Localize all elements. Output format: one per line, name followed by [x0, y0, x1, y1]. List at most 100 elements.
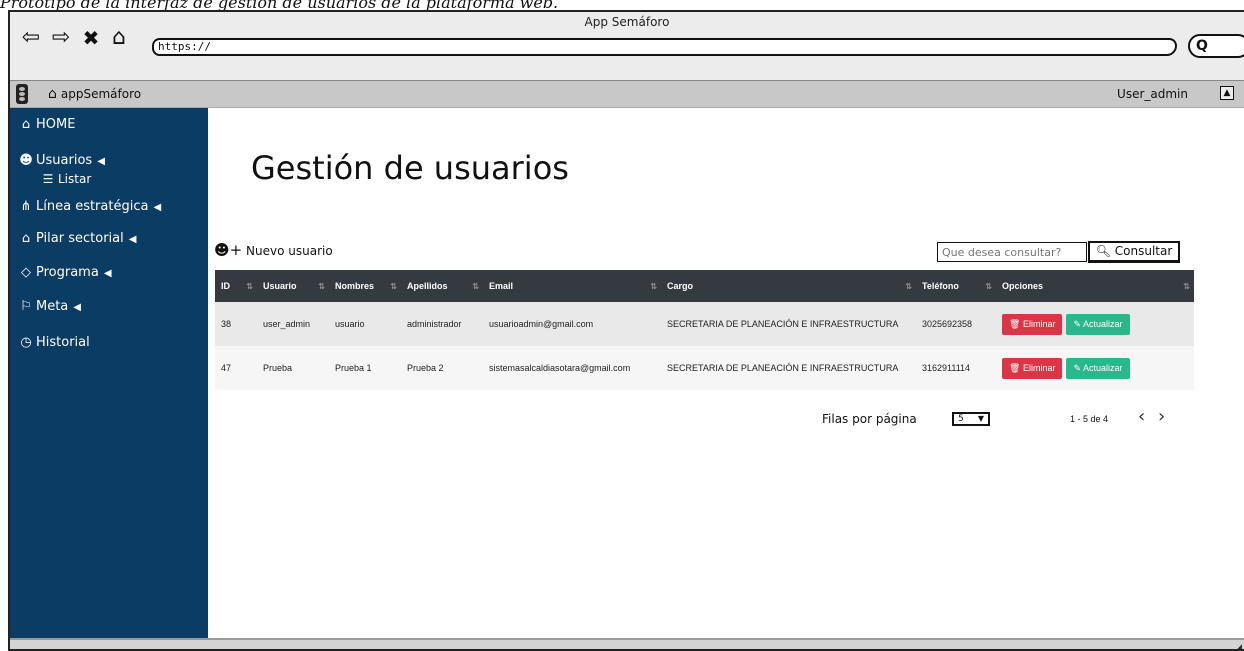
sort-icon: ⇅	[318, 282, 325, 291]
clock-icon: ◷	[20, 335, 32, 350]
sidebar-item-linea-estrategica[interactable]: ⋔ Línea estratégica ◀	[18, 198, 162, 217]
cell-telefono: 3025692358	[916, 302, 996, 346]
cell-apellidos: administrador	[401, 302, 483, 346]
caret-left-icon: ◀	[153, 202, 162, 213]
table-row: 47 Prueba Prueba 1 Prueba 2 sistemasalca…	[215, 346, 1194, 390]
rows-per-page-select[interactable]: 5 ▼	[952, 412, 990, 426]
column-header-label: Opciones	[1002, 281, 1044, 291]
column-header-usuario[interactable]: Usuario ⇅	[257, 270, 329, 302]
caret-left-icon: ◀	[103, 268, 112, 279]
search-icon: Q	[1196, 38, 1208, 54]
cell-id: 47	[215, 346, 257, 390]
page-title: Gestión de usuarios	[251, 149, 569, 187]
rows-per-page-value: 5	[958, 414, 964, 424]
brand-link[interactable]: ⌂ appSemáforo	[48, 84, 141, 104]
sidebar-item-historial[interactable]: ◷ Historial	[18, 334, 90, 352]
user-menu-icon[interactable]: ▲	[1220, 86, 1234, 100]
main-content: Gestión de usuarios ☻+ Nuevo usuario 🔍︎ …	[208, 108, 1244, 649]
back-arrow-icon[interactable]: ⇦	[20, 26, 42, 50]
close-icon[interactable]: ✖	[80, 26, 102, 50]
brand-label: appSemáforo	[60, 87, 142, 101]
search-input[interactable]	[937, 242, 1087, 262]
sidebar-item-label: Meta	[36, 299, 69, 314]
browser-search-button[interactable]: Q	[1188, 34, 1244, 58]
resize-handle-icon[interactable]: ◢	[1233, 641, 1242, 649]
user-name: User_admin	[1117, 87, 1188, 101]
sort-icon: ⇅	[246, 282, 253, 291]
sort-icon: ⇅	[390, 282, 397, 291]
update-label: Actualizar	[1083, 318, 1123, 329]
cell-apellidos: Prueba 2	[401, 346, 483, 390]
update-button[interactable]: ✎ Actualizar	[1066, 313, 1130, 335]
cell-nombres: Prueba 1	[329, 346, 401, 390]
sidebar-item-label: Línea estratégica	[36, 199, 149, 214]
browser-window: App Semáforo ⇦ ⇨ ✖ ⌂ https:// Q ⌂ appSemá…	[8, 10, 1244, 651]
new-user-label: Nuevo usuario	[246, 244, 333, 258]
sort-icon: ⇅	[472, 282, 479, 291]
cell-nombres: usuario	[329, 302, 401, 346]
column-header-label: Teléfono	[922, 281, 959, 291]
column-header-telefono[interactable]: Teléfono ⇅	[916, 270, 996, 302]
column-header-email[interactable]: Email ⇅	[483, 270, 661, 302]
caret-left-icon: ◀	[128, 234, 137, 245]
search-icon: 🔍︎	[1095, 244, 1111, 258]
cell-id: 38	[215, 302, 257, 346]
edit-icon: ✎	[1073, 318, 1082, 329]
home-icon: ⌂	[48, 86, 57, 102]
cell-email: usuarioadmin@gmail.com	[483, 302, 661, 346]
sort-icon: ⇅	[650, 282, 657, 291]
delete-button[interactable]: 🗑︎ Eliminar	[1002, 313, 1063, 335]
sidebar-item-label: Programa	[36, 265, 99, 280]
new-user-button[interactable]: ☻+ Nuevo usuario	[214, 240, 333, 261]
sidebar-item-usuarios[interactable]: ☻ Usuarios ◀	[18, 152, 105, 171]
delete-button[interactable]: 🗑︎ Eliminar	[1002, 357, 1063, 379]
home-icon[interactable]: ⌂	[108, 26, 130, 50]
cell-telefono: 3162911114	[916, 346, 996, 390]
sort-icon: ⇅	[905, 282, 912, 291]
cell-email: sistemasalcaldiasotara@gmail.com	[483, 346, 661, 390]
trash-icon: 🗑︎	[1009, 318, 1021, 329]
previous-page-icon[interactable]: ‹	[1138, 407, 1145, 427]
sidebar-item-home[interactable]: ⌂ HOME	[18, 116, 76, 134]
next-page-icon[interactable]: ›	[1158, 407, 1165, 427]
sidebar-item-meta[interactable]: ⚐ Meta ◀	[18, 298, 81, 317]
column-header-id[interactable]: ID ⇅	[215, 270, 257, 302]
search-button[interactable]: 🔍︎ Consultar	[1088, 241, 1180, 263]
sort-icon: ⇅	[985, 282, 992, 291]
cell-cargo: SECRETARIA DE PLANEACIÓN E INFRAESTRUCTU…	[661, 346, 916, 390]
column-header-cargo[interactable]: Cargo ⇅	[661, 270, 916, 302]
column-header-apellidos[interactable]: Apellidos ⇅	[401, 270, 483, 302]
update-button[interactable]: ✎ Actualizar	[1066, 357, 1130, 379]
sidebar-item-label: HOME	[36, 117, 76, 132]
cube-icon: ◇	[21, 265, 31, 280]
sidebar-item-label: Pilar sectorial	[36, 231, 124, 246]
rows-per-page-label: Filas por página	[822, 412, 917, 426]
trash-icon: 🗑︎	[1009, 362, 1021, 373]
column-header-nombres[interactable]: Nombres ⇅	[329, 270, 401, 302]
column-header-label: ID	[221, 281, 230, 291]
search-button-label: Consultar	[1114, 244, 1173, 258]
sidebar-subitem-listar[interactable]: ☰ Listar	[40, 170, 92, 188]
cell-opciones: 🗑︎ Eliminar ✎ Actualizar	[996, 346, 1194, 390]
url-text: https://	[158, 40, 211, 53]
column-header-label: Email	[489, 281, 514, 291]
forward-arrow-icon[interactable]: ⇨	[50, 26, 72, 50]
delete-label: Eliminar	[1022, 318, 1056, 329]
caret-left-icon: ◀	[73, 302, 81, 313]
sidebar-item-pilar-sectorial[interactable]: ⌂ Pilar sectorial ◀	[18, 230, 137, 249]
cell-usuario: Prueba	[257, 346, 329, 390]
url-bar[interactable]: https://	[152, 38, 1177, 56]
window-title: App Semáforo	[584, 15, 670, 29]
sort-icon: ⇅	[1183, 282, 1190, 291]
chevron-down-icon: ▼	[977, 414, 984, 423]
column-header-opciones[interactable]: Opciones ⇅	[996, 270, 1194, 302]
sidebar-item-label: Usuarios	[36, 153, 93, 168]
edit-icon: ✎	[1073, 362, 1082, 373]
column-header-label: Usuario	[263, 281, 297, 291]
sidebar-item-label: Historial	[36, 335, 90, 350]
pagination-range: 1 - 5 de 4	[1070, 414, 1109, 424]
traffic-light-icon	[16, 84, 28, 104]
sidebar-item-programa[interactable]: ◇ Programa ◀	[18, 264, 112, 283]
home-icon: ⌂	[21, 117, 31, 132]
flag-icon: ⚐	[20, 299, 32, 314]
